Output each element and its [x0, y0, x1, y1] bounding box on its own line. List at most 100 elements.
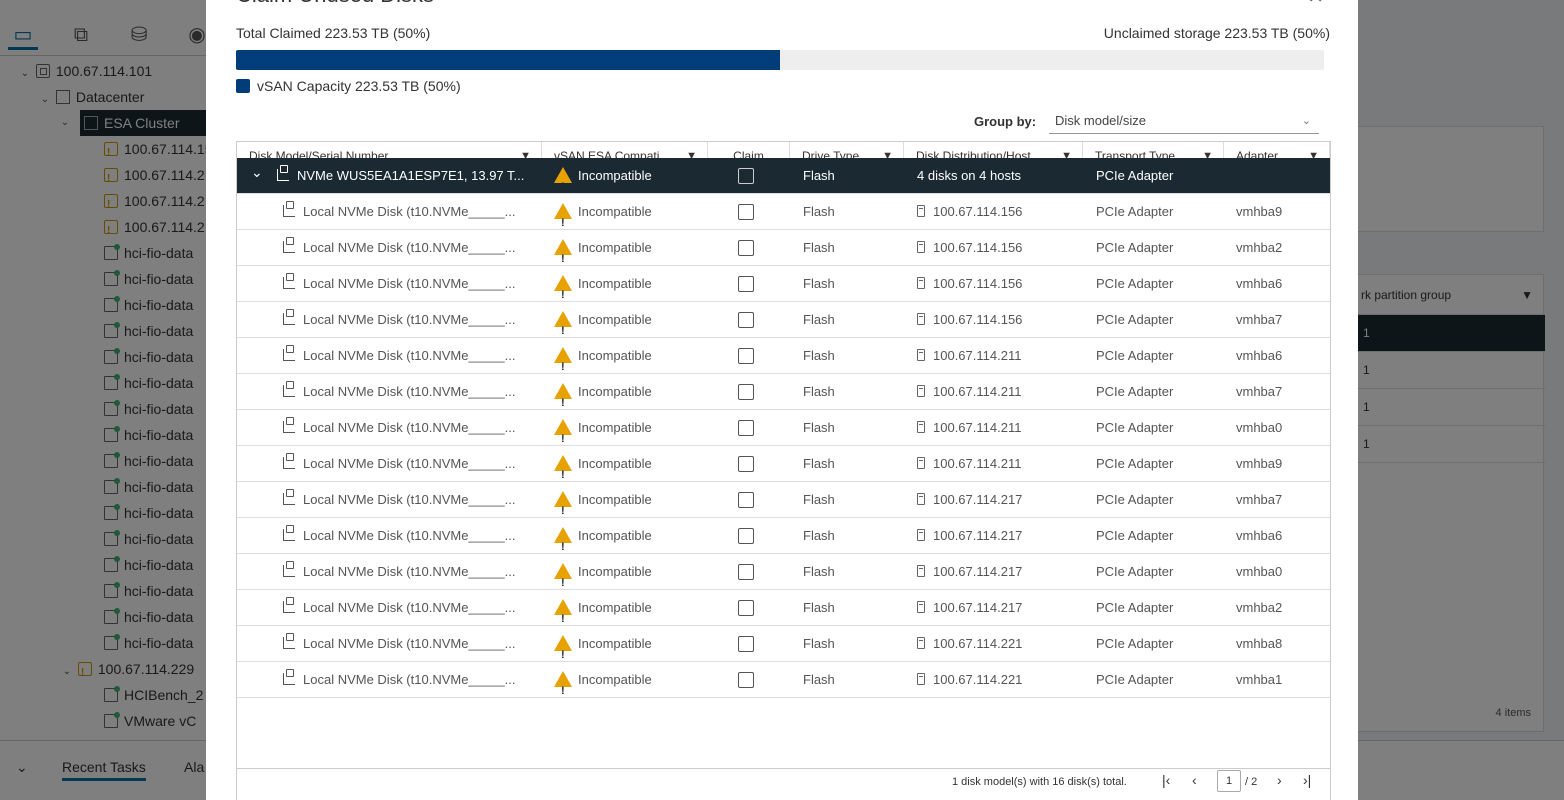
host-icon	[917, 529, 925, 541]
disk-row[interactable]: Local NVMe Disk (t10.NVMe_____... Incompa…	[237, 626, 1330, 662]
disk-row[interactable]: Local NVMe Disk (t10.NVMe_____... Incompa…	[237, 194, 1330, 230]
first-page-icon[interactable]: |‹	[1162, 772, 1170, 788]
transport-type-label: PCIe Adapter	[1096, 204, 1174, 219]
capacity-bar-fill	[236, 50, 780, 70]
disk-icon	[277, 165, 289, 181]
claim-checkbox[interactable]	[738, 492, 754, 508]
expand-chevron-icon[interactable]: ⌄	[251, 158, 263, 190]
prev-page-icon[interactable]: ‹	[1192, 772, 1197, 788]
disk-row[interactable]: Local NVMe Disk (t10.NVMe_____... Incompa…	[237, 266, 1330, 302]
transport-type-label: PCIe Adapter	[1096, 564, 1174, 579]
disk-row[interactable]: Local NVMe Disk (t10.NVMe_____... Incompa…	[237, 302, 1330, 338]
adapter-label: vmhba7	[1236, 384, 1283, 399]
claim-disks-dialog: Claim Unused Disks ✕ Total Claimed 223.5…	[206, 0, 1358, 800]
disk-model-label: Local NVMe Disk (t10.NVMe_____...	[303, 492, 516, 507]
adapter-label: vmhba1	[1236, 672, 1283, 687]
warning-icon	[554, 383, 572, 410]
adapter-label: vmhba6	[1236, 276, 1283, 291]
close-icon[interactable]: ✕	[1307, 0, 1324, 9]
claim-checkbox[interactable]	[738, 276, 754, 292]
last-page-icon[interactable]: ›|	[1303, 772, 1311, 788]
claim-checkbox[interactable]	[738, 348, 754, 364]
disk-row[interactable]: Local NVMe Disk (t10.NVMe_____... Incompa…	[237, 554, 1330, 590]
drive-type-label: Flash	[803, 204, 835, 219]
compat-status-label: Incompatible	[578, 384, 652, 399]
claim-checkbox[interactable]	[738, 312, 754, 328]
drive-type-label: Flash	[803, 348, 835, 363]
adapter-label: vmhba7	[1236, 312, 1283, 327]
adapter-label: vmhba9	[1236, 204, 1283, 219]
disk-icon	[283, 345, 295, 361]
claim-checkbox[interactable]	[738, 456, 754, 472]
host-icon	[917, 313, 925, 325]
chevron-down-icon: ⌄	[1301, 115, 1311, 127]
adapter-label: vmhba7	[1236, 492, 1283, 507]
claim-checkbox[interactable]	[738, 204, 754, 220]
disk-row[interactable]: Local NVMe Disk (t10.NVMe_____... Incompa…	[237, 230, 1330, 266]
host-label: 100.67.114.217	[933, 528, 1023, 543]
warning-icon	[554, 275, 572, 302]
drive-type-label: Flash	[803, 456, 835, 471]
host-label: 100.67.114.221	[933, 636, 1023, 651]
disk-model-label: Local NVMe Disk (t10.NVMe_____...	[303, 204, 516, 219]
group-row[interactable]: ⌄ NVMe WUS5EA1A1ESP7E1, 13.97 T... Incompa…	[237, 158, 1330, 194]
next-page-icon[interactable]: ›	[1277, 772, 1282, 788]
disk-icon	[283, 453, 295, 469]
adapter-label: vmhba9	[1236, 456, 1283, 471]
disks-grid: Disk Model/Serial Number ▼ vSAN ESA Compat…	[236, 141, 1331, 800]
disk-model-label: Local NVMe Disk (t10.NVMe_____...	[303, 276, 516, 291]
claim-checkbox[interactable]	[738, 168, 754, 184]
claim-checkbox[interactable]	[738, 600, 754, 616]
host-icon	[917, 565, 925, 577]
group-by-select[interactable]: Disk model/size ⌄	[1049, 108, 1319, 134]
host-icon	[917, 205, 925, 217]
transport-type-label: PCIe Adapter	[1096, 636, 1174, 651]
drive-type-label: Flash	[803, 600, 835, 615]
disk-row[interactable]: Local NVMe Disk (t10.NVMe_____... Incompa…	[237, 662, 1330, 698]
page-total: / 2	[1245, 776, 1258, 788]
page-input[interactable]: 1	[1217, 770, 1241, 792]
adapter-label: vmhba2	[1236, 240, 1283, 255]
transport-type-label: PCIe Adapter	[1096, 420, 1174, 435]
compat-status-label: Incompatible	[578, 456, 652, 471]
adapter-label: vmhba0	[1236, 564, 1283, 579]
disk-row[interactable]: Local NVMe Disk (t10.NVMe_____... Incompa…	[237, 518, 1330, 554]
disk-row[interactable]: Local NVMe Disk (t10.NVMe_____... Incompa…	[237, 374, 1330, 410]
claim-checkbox[interactable]	[738, 240, 754, 256]
claim-checkbox[interactable]	[738, 672, 754, 688]
adapter-label: vmhba6	[1236, 528, 1283, 543]
disk-distribution-label: 4 disks on 4 hosts	[917, 168, 1022, 183]
disk-model-label: Local NVMe Disk (t10.NVMe_____...	[303, 456, 516, 471]
host-icon	[917, 601, 925, 613]
transport-type-label: PCIe Adapter	[1096, 276, 1174, 291]
host-label: 100.67.114.211	[933, 456, 1022, 471]
compat-status-label: Incompatible	[578, 636, 652, 651]
warning-icon	[554, 527, 572, 554]
legend-label: vSAN Capacity 223.53 TB (50%)	[257, 78, 461, 94]
dialog-title: Claim Unused Disks	[236, 0, 434, 8]
host-label: 100.67.114.156	[933, 312, 1023, 327]
claim-checkbox[interactable]	[738, 384, 754, 400]
transport-type-label: PCIe Adapter	[1096, 384, 1174, 399]
claim-checkbox[interactable]	[738, 564, 754, 580]
warning-icon	[554, 311, 572, 338]
disk-row[interactable]: Local NVMe Disk (t10.NVMe_____... Incompa…	[237, 482, 1330, 518]
claim-checkbox[interactable]	[738, 420, 754, 436]
adapter-label: vmhba2	[1236, 600, 1283, 615]
host-label: 100.67.114.217	[933, 564, 1023, 579]
legend-swatch	[236, 79, 250, 93]
warning-icon	[554, 347, 572, 374]
claim-checkbox[interactable]	[738, 636, 754, 652]
disk-row[interactable]: Local NVMe Disk (t10.NVMe_____... Incompa…	[237, 410, 1330, 446]
drive-type-label: Flash	[803, 492, 835, 507]
drive-type-label: Flash	[803, 528, 835, 543]
disk-row[interactable]: Local NVMe Disk (t10.NVMe_____... Incompa…	[237, 446, 1330, 482]
host-label: 100.67.114.217	[933, 492, 1023, 507]
host-label: 100.67.114.217	[933, 600, 1023, 615]
claim-checkbox[interactable]	[738, 528, 754, 544]
warning-icon	[554, 203, 572, 230]
disk-row[interactable]: Local NVMe Disk (t10.NVMe_____... Incompa…	[237, 590, 1330, 626]
disk-row[interactable]: Local NVMe Disk (t10.NVMe_____... Incompa…	[237, 338, 1330, 374]
disk-model-label: Local NVMe Disk (t10.NVMe_____...	[303, 600, 516, 615]
compat-status-label: Incompatible	[578, 348, 652, 363]
